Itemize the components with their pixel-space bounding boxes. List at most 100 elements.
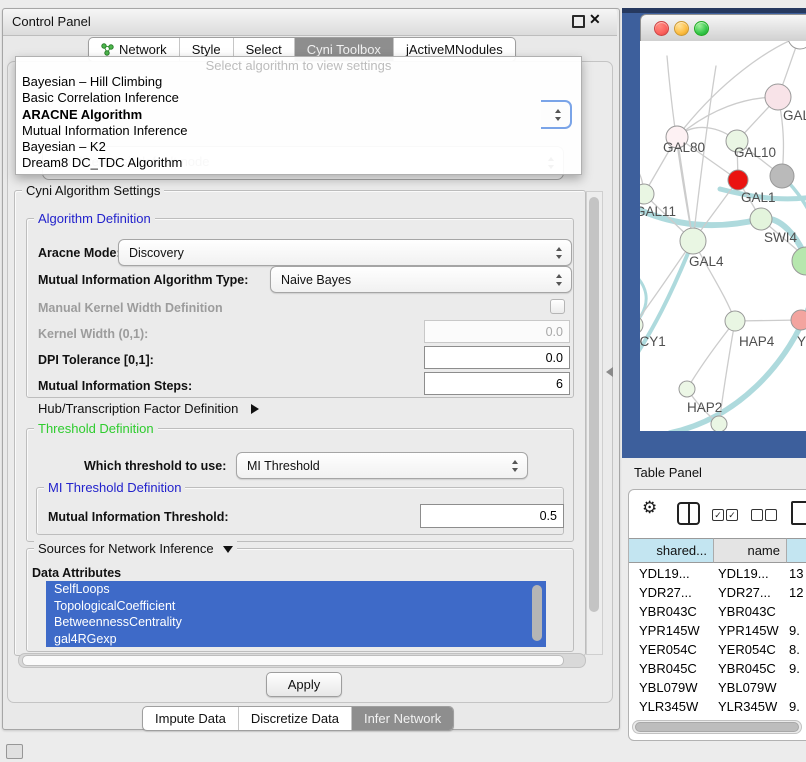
cell[interactable]: YBR043C xyxy=(639,604,697,619)
dropdown-item-selected[interactable]: ARACNE Algorithm xyxy=(16,107,581,123)
new-table-icon[interactable] xyxy=(791,501,806,525)
settings-hscrollbar[interactable] xyxy=(18,653,586,668)
which-threshold-combo[interactable]: MI Threshold xyxy=(236,452,528,479)
node[interactable] xyxy=(770,164,794,188)
zoom-traffic-icon[interactable] xyxy=(694,21,709,36)
dropdown-item[interactable]: Dream8 DC_TDC Algorithm xyxy=(16,155,581,171)
network-window-titlebar[interactable] xyxy=(640,14,806,43)
table-panel: ⚙ ✓ ✓ shared... name YDL19... YDL19... 1… xyxy=(628,489,806,741)
settings-hscrollbar-thumb[interactable] xyxy=(22,655,564,666)
close-icon[interactable]: ✕ xyxy=(589,11,601,28)
node-y[interactable] xyxy=(791,310,806,330)
hub-definition-toggle[interactable]: Hub/Transcription Factor Definition xyxy=(38,400,259,418)
cell[interactable]: YDR27... xyxy=(718,585,771,600)
cell[interactable]: YDL19... xyxy=(718,566,769,581)
mi-type-combo[interactable]: Naive Bayes xyxy=(270,266,572,293)
mi-steps-field[interactable]: 6 xyxy=(424,372,570,395)
mi-type-label: Mutual Information Algorithm Type: xyxy=(38,273,248,287)
settings-vscrollbar[interactable] xyxy=(586,191,603,655)
dropdown-item[interactable]: Mutual Information Inference xyxy=(16,123,581,139)
minimized-panel-icon[interactable] xyxy=(6,744,23,759)
list-item[interactable]: SelfLoops xyxy=(46,581,546,598)
combo-spinner-icon xyxy=(555,109,562,121)
checkbox-unchecked-icon[interactable] xyxy=(765,509,777,521)
tab-impute-data[interactable]: Impute Data xyxy=(143,707,238,730)
control-panel-titlebar xyxy=(3,9,617,36)
cell[interactable]: 13 xyxy=(789,566,803,581)
cell[interactable]: YER054C xyxy=(639,642,697,657)
node-gal[interactable] xyxy=(765,84,791,110)
list-item[interactable]: BetweennessCentrality xyxy=(46,614,546,631)
cell[interactable]: 9. xyxy=(789,661,800,676)
table-panel-title: Table Panel xyxy=(634,465,702,480)
cell[interactable]: YDR27... xyxy=(639,585,692,600)
panel-splitter-arrow[interactable] xyxy=(606,367,613,377)
cell[interactable]: 9. xyxy=(789,623,800,638)
node-label: HAP2 xyxy=(687,400,722,415)
tab-infer-network[interactable]: Infer Network xyxy=(351,707,453,730)
node-gcy1[interactable] xyxy=(640,316,643,334)
mi-threshold-field[interactable]: 0.5 xyxy=(420,504,564,528)
focused-combo-end[interactable] xyxy=(541,100,572,129)
close-traffic-icon[interactable] xyxy=(654,21,669,36)
cell[interactable]: YBR045C xyxy=(718,661,776,676)
node[interactable] xyxy=(711,416,727,431)
column-header-name[interactable]: name xyxy=(714,538,787,563)
node-gal1[interactable] xyxy=(728,170,748,190)
manual-kernel-checkbox[interactable] xyxy=(550,299,565,314)
cell[interactable]: YER054C xyxy=(718,642,776,657)
cell[interactable]: YLR345W xyxy=(639,699,698,714)
node-gal4[interactable] xyxy=(680,228,706,254)
cell[interactable]: YPR145W xyxy=(718,623,779,638)
cell[interactable]: 12 xyxy=(789,585,803,600)
cell[interactable]: 8. xyxy=(789,642,800,657)
control-panel-title: Control Panel xyxy=(12,14,91,29)
cell[interactable]: 9. xyxy=(789,699,800,714)
list-vscrollbar-thumb[interactable] xyxy=(532,585,542,641)
combo-spinner-icon xyxy=(556,247,563,259)
kernel-width-field[interactable]: 0.0 xyxy=(424,320,570,343)
list-item[interactable]: gal4RGexp xyxy=(46,631,546,648)
aracne-mode-combo[interactable]: Discovery xyxy=(118,239,572,266)
float-panel-icon[interactable] xyxy=(572,15,585,28)
tab-discretize-data[interactable]: Discretize Data xyxy=(238,707,351,730)
dropdown-item[interactable]: Bayesian – K2 xyxy=(16,139,581,155)
apply-button[interactable]: Apply xyxy=(266,672,342,697)
checkbox-checked-icon[interactable]: ✓ xyxy=(726,509,738,521)
dropdown-item[interactable]: Bayesian – Hill Climbing xyxy=(16,74,581,90)
minimize-traffic-icon[interactable] xyxy=(674,21,689,36)
cell[interactable]: YPR145W xyxy=(639,623,700,638)
node[interactable] xyxy=(792,247,806,275)
column-header-shared[interactable]: shared... xyxy=(629,538,714,563)
gear-icon[interactable]: ⚙ xyxy=(642,498,657,518)
node-labels: GAL GAL80 GAL10 GAL1 GAL11 SWI4 GAL4 GCY… xyxy=(640,108,806,415)
table-hscrollbar[interactable] xyxy=(632,720,802,734)
cell[interactable]: YBR045C xyxy=(639,661,697,676)
column-header-partial[interactable] xyxy=(787,538,806,563)
manual-kernel-label: Manual Kernel Width Definition xyxy=(38,301,223,315)
network-desktop-top-edge xyxy=(622,8,806,13)
mi-type-value: Naive Bayes xyxy=(281,273,351,287)
table-hscrollbar-thumb[interactable] xyxy=(635,722,799,732)
node-swi4[interactable] xyxy=(750,208,772,230)
cell[interactable]: YLR345W xyxy=(718,699,777,714)
combo-spinner-icon xyxy=(556,274,563,286)
checkbox-unchecked-icon[interactable] xyxy=(751,509,763,521)
dpi-tolerance-field[interactable]: 0.0 xyxy=(424,346,570,369)
node[interactable] xyxy=(788,41,806,49)
columns-icon[interactable] xyxy=(677,502,700,525)
node-hap4[interactable] xyxy=(725,311,745,331)
settings-vscrollbar-thumb[interactable] xyxy=(589,197,599,612)
app-root: Control Panel ✕ Network Style Select Cyn… xyxy=(0,0,806,762)
sources-toggle[interactable]: Sources for Network Inference xyxy=(34,541,237,556)
cell[interactable]: YDL19... xyxy=(639,566,690,581)
cell[interactable]: YBL079W xyxy=(718,680,777,695)
mi-threshold-label: Mutual Information Threshold: xyxy=(48,510,229,524)
cell[interactable]: YBR043C xyxy=(718,604,776,619)
list-item[interactable]: TopologicalCoefficient xyxy=(46,598,546,615)
checkbox-checked-icon[interactable]: ✓ xyxy=(712,509,724,521)
mi-steps-label: Mutual Information Steps: xyxy=(38,379,192,393)
dropdown-item[interactable]: Basic Correlation Inference xyxy=(16,90,581,106)
cell[interactable]: YBL079W xyxy=(639,680,698,695)
node-hap2[interactable] xyxy=(679,381,695,397)
